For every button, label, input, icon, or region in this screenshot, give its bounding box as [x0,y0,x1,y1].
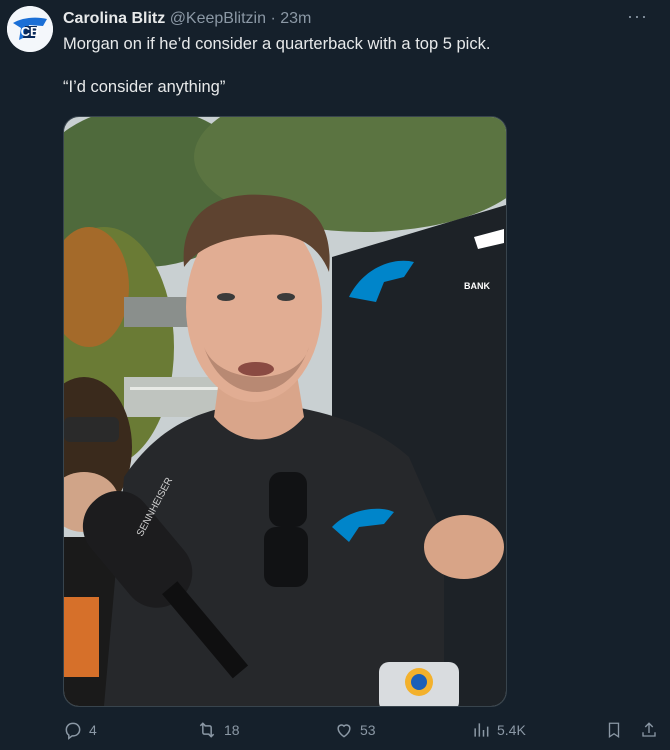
retweet-icon [199,722,215,738]
user-handle[interactable]: @KeepBlitzin [170,10,266,27]
views-button[interactable]: 5.4K [471,720,526,740]
retweet-button[interactable]: 18 [196,720,240,740]
press-conference-photo: BANK SENNHEISER [64,117,506,706]
timestamp[interactable]: 23m [280,10,311,27]
tweet-text: Morgan on if he’d consider a quarterback… [63,34,653,98]
share-button[interactable] [640,720,664,740]
bookmark-button[interactable] [605,720,629,740]
reply-count: 4 [89,722,97,738]
reply-button[interactable]: 4 [63,720,97,740]
views-icon [474,723,489,737]
tweet-text-line: Morgan on if he’d consider a quarterback… [63,35,491,53]
tweet-actions: 4 18 53 5.4K [0,720,670,744]
retweet-count: 18 [224,722,240,738]
display-name[interactable]: Carolina Blitz [63,10,165,27]
tweet-card[interactable]: CB Carolina Blitz @KeepBlitzin · 23m ···… [0,0,670,750]
more-options-icon[interactable]: ··· [627,6,648,27]
view-count: 5.4K [497,722,526,738]
svg-text:CB: CB [21,24,40,39]
tweet-photo[interactable]: BANK SENNHEISER [63,116,507,707]
heart-icon [337,724,351,738]
tweet-header: Carolina Blitz @KeepBlitzin · 23m [63,9,311,29]
like-button[interactable]: 53 [334,720,376,740]
reply-icon [65,722,81,740]
backdrop-logo-text: BANK [464,281,490,291]
tweet-text-quote: “I’d consider anything” [63,78,226,96]
like-count: 53 [360,722,376,738]
share-icon [642,722,656,737]
bookmark-icon [608,722,620,739]
separator-dot: · [270,10,276,27]
carolina-blitz-logo-icon: CB [7,6,53,52]
avatar[interactable]: CB [7,6,53,52]
